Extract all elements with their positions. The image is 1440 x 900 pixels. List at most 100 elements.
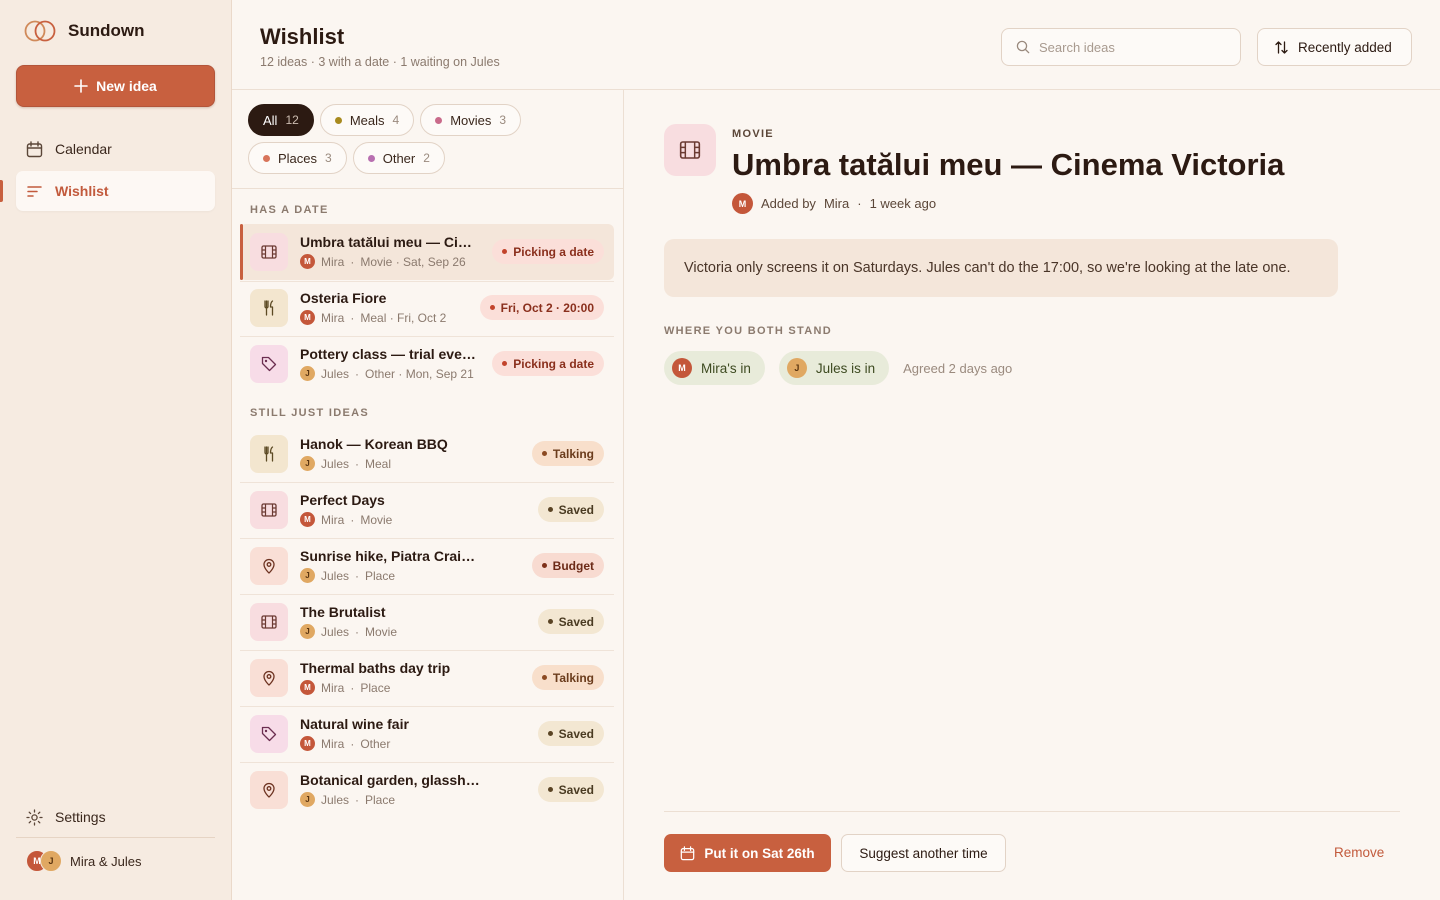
item-author: Jules [321,624,350,639]
chip-count: 3 [499,113,507,127]
sort-button[interactable]: Recently added [1257,28,1412,66]
chip-count: 2 [423,151,430,165]
film-icon [664,124,716,176]
search-placeholder: Search ideas [1039,39,1115,55]
profile-name: Mira & Jules [70,853,142,869]
app-name: Sundown [68,21,145,40]
meta-separator: · [350,310,355,325]
list-item[interactable]: Hanok — Korean BBQ J Jules · Meal Talking [240,426,614,482]
item-meta: M Mira · Movie · Sat, Sep 26 [300,254,466,269]
film-icon [250,491,288,529]
other-dot-icon [367,154,375,162]
item-author: Mira [321,680,345,695]
sidebar-nav: Calendar Wishlist [0,129,215,213]
sort-label: Recently added [1298,39,1392,55]
status-badge: Talking [531,665,604,690]
tag-icon [250,715,288,753]
profile[interactable]: M J Mira & Jules [26,850,142,872]
status-badge: Fri, Oct 2 · 20:00 [479,295,604,320]
item-detail: Place [360,680,391,695]
meta-separator: · [355,792,360,807]
item-detail: Meal · Fri, Oct 2 [360,310,447,325]
list-item[interactable]: Pottery class — trial evening J Jules · Oth… [240,336,614,392]
filter-places[interactable]: Places 3 [248,142,347,174]
sidebar-item-calendar[interactable]: Calendar [16,129,215,169]
brand[interactable]: Sundown [24,20,144,42]
item-author: Jules [321,792,350,807]
status-badge: Saved [537,777,604,802]
chip-count: 4 [392,113,400,127]
item-title: Sunrise hike, Piatra Craiului [300,548,480,564]
list-item[interactable]: Thermal baths day trip M Mira · Place Talki… [240,650,614,706]
item-author: Mira [321,736,345,751]
status-dot-icon [541,563,547,568]
avatar: J [300,366,315,381]
meta-separator: · [355,456,360,471]
remove-button[interactable]: Remove [1334,845,1384,860]
meta-separator: · [350,680,355,695]
status-dot-icon [541,675,547,680]
item-author: Jules [321,456,350,471]
chip-count: 12 [285,113,299,127]
list-item[interactable]: The Brutalist J Jules · Movie Saved [240,594,614,650]
item-title: Botanical garden, glasshouse [300,772,480,788]
avatar: J [786,358,807,378]
filter-other[interactable]: Other 2 [352,142,445,174]
added-by-name: Mira [823,196,850,211]
page-subtitle: 12 ideas · 3 with a date · 1 waiting on … [260,55,500,69]
status-badge: Saved [537,721,604,746]
page-title: Wishlist [260,24,345,49]
item-meta: M Mira · Place [300,680,390,695]
filter-movies[interactable]: Movies 3 [420,104,522,136]
agreed-status: Agreed 2 days ago [903,360,1013,376]
item-detail: Other [360,736,391,751]
list-item[interactable]: Natural wine fair M Mira · Other Saved [240,706,614,762]
item-meta: J Jules · Meal [300,456,391,471]
stand-pill-mira: M Mira's in [664,351,765,385]
meals-dot-icon [334,116,342,124]
badge-label: Saved [558,782,594,797]
idea-type: MOVIE [732,128,774,140]
list-item[interactable]: Osteria Fiore M Mira · Meal · Fri, Oct 2 Fr… [240,280,614,336]
list-item[interactable]: Sunrise hike, Piatra Craiului J Jules · Pla… [240,538,614,594]
item-title: Hanok — Korean BBQ [300,436,448,452]
status-dot-icon [547,619,553,624]
item-meta: J Jules · Place [300,568,395,583]
item-detail: Movie · Sat, Sep 26 [360,254,466,269]
chip-label: Other [382,150,416,166]
badge-label: Saved [558,502,594,517]
badge-label: Budget [552,558,594,573]
status-badge: Picking a date [492,351,604,376]
list-item[interactable]: Perfect Days M Mira · Movie Saved [240,482,614,538]
settings-label: Settings [55,809,106,825]
added-when: 1 week ago [869,196,937,211]
suggest-time-button[interactable]: Suggest another time [841,834,1006,872]
item-detail: Other · Mon, Sep 21 [365,366,474,381]
list-item[interactable]: Botanical garden, glasshouse J Jules · Plac… [240,762,614,818]
idea-meta: M Added by Mira · 1 week ago [732,193,936,214]
sidebar-item-settings[interactable]: Settings [16,797,215,837]
badge-label: Talking [552,446,594,461]
added-by-label: Added by [761,196,816,211]
status-badge: Saved [537,497,604,522]
schedule-button[interactable]: Put it on Sat 26th [664,834,831,872]
status-badge: Talking [531,441,604,466]
new-idea-label: New idea [96,78,157,94]
places-dot-icon [263,154,270,162]
filter-all[interactable]: All 12 [248,104,314,136]
new-idea-button[interactable]: New idea [16,65,215,107]
filter-meals[interactable]: Meals 4 [319,104,415,136]
plus-icon [74,79,88,93]
meta-separator: · [355,568,360,583]
item-title: Osteria Fiore [300,290,387,306]
sidebar-item-label: Calendar [55,141,112,157]
item-title: Pottery class — trial evening [300,346,480,362]
schedule-label: Put it on Sat 26th [704,845,815,861]
sidebar-item-wishlist[interactable]: Wishlist [0,171,215,211]
stand-label-text: Jules is in [815,360,876,376]
search-input[interactable]: Search ideas [1001,28,1241,66]
gear-icon [26,808,43,826]
list-item[interactable]: Umbra tatălui meu — Cinema Victoria M Mir… [240,224,614,280]
tag-icon [250,345,288,383]
status-dot-icon [541,451,547,456]
